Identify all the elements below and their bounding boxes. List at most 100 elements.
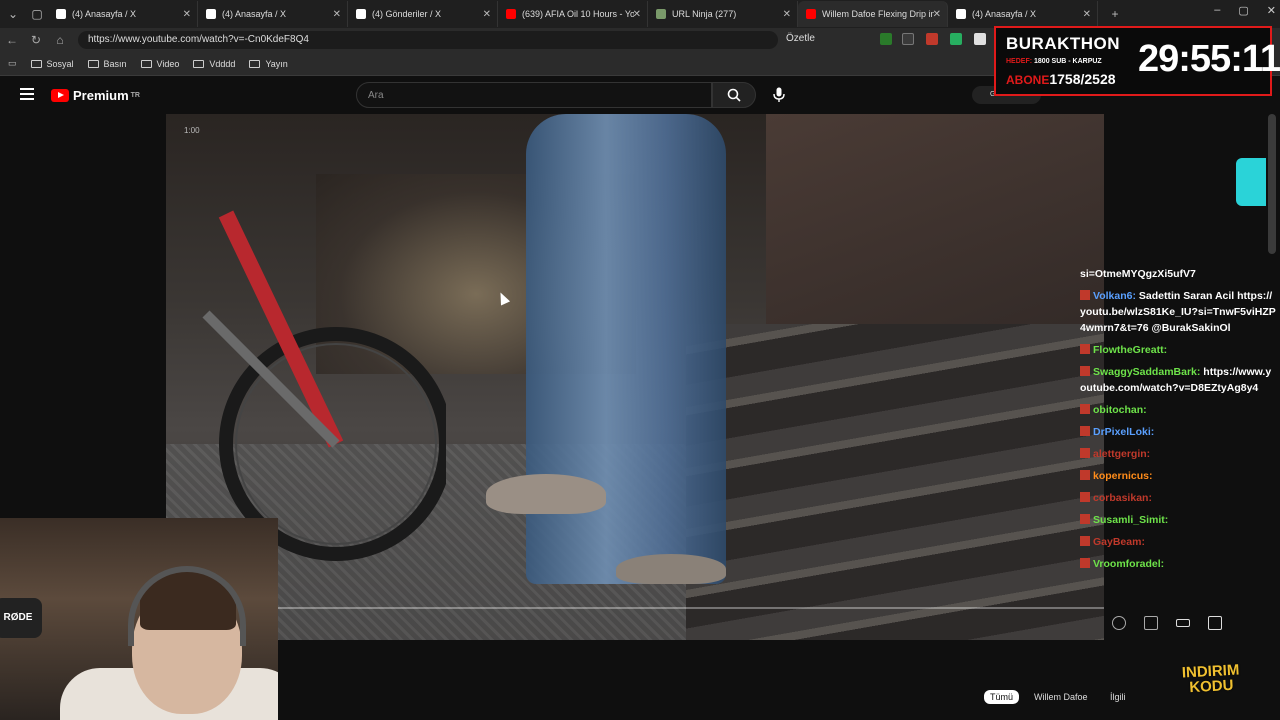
chat-text: si=OtmeMYQgzXi5ufV7: [1080, 268, 1196, 280]
page-scrollbar[interactable]: [1268, 114, 1276, 254]
maximize-icon[interactable]: ▢: [1238, 4, 1248, 17]
close-tab-icon[interactable]: ✕: [783, 9, 791, 20]
video-timecode: 1:00: [184, 126, 200, 135]
browser-tab[interactable]: (4) Gönderiler / X ✕: [348, 1, 498, 27]
fullscreen-icon[interactable]: [1208, 616, 1222, 630]
theater-icon[interactable]: [1176, 619, 1190, 627]
chat-message: kopernicus:: [1080, 468, 1276, 484]
tab-title: (4) Gönderiler / X: [372, 9, 442, 19]
chat-message: Susamli_Simit:: [1080, 512, 1276, 528]
badge-icon: [1080, 426, 1090, 436]
chat-username: kopernicus:: [1093, 470, 1153, 482]
badge-icon: [1080, 558, 1090, 568]
home-icon[interactable]: ⌂: [48, 33, 72, 47]
search-button[interactable]: [712, 82, 756, 108]
badge-icon: [1080, 514, 1090, 524]
video-scene-bicycle: [202, 210, 446, 561]
chip-all[interactable]: Tümü: [984, 690, 1020, 704]
youtube-premium-logo[interactable]: Premium TR: [51, 88, 140, 103]
minimize-icon[interactable]: –: [1214, 4, 1220, 17]
headset-icon: [128, 566, 246, 646]
summary-button[interactable]: Özetle: [786, 33, 815, 44]
bookmark-folder[interactable]: Sosyal: [30, 59, 74, 69]
extension-icon[interactable]: [880, 33, 892, 45]
miniplayer-icon[interactable]: [1144, 616, 1158, 630]
close-tab-icon[interactable]: ✕: [933, 9, 941, 20]
back-icon[interactable]: ←: [0, 33, 24, 47]
video-scene-stairs: [686, 324, 1104, 640]
search-input[interactable]: Ara: [356, 82, 712, 108]
extension-icon[interactable]: [950, 33, 962, 45]
folder-icon: [87, 59, 99, 68]
chat-message: FlowtheGreatt:: [1080, 342, 1276, 358]
reading-list-icon[interactable]: ▭: [8, 58, 17, 69]
badge-icon: [1080, 404, 1090, 414]
badge-icon: [1080, 492, 1090, 502]
search-icon: [727, 88, 741, 102]
bookmark-folder[interactable]: Yayın: [249, 58, 288, 69]
url-field[interactable]: https://www.youtube.com/watch?v=-Cn0KdeF…: [78, 31, 778, 49]
video-scene-shoe: [486, 474, 606, 514]
chat-username: GayBeam:: [1093, 536, 1145, 548]
extension-icon[interactable]: [974, 33, 986, 45]
region-code: TR: [130, 92, 140, 99]
close-tab-icon[interactable]: ✕: [333, 9, 341, 20]
stream-chat: si=OtmeMYQgzXi5ufV7 Volkan6: Sadettin Sar…: [1080, 266, 1276, 578]
overlay-subscriber-count: ABONE1758/2528: [1006, 71, 1116, 87]
close-tab-icon[interactable]: ✕: [483, 9, 491, 20]
chat-username: FlowtheGreatt:: [1093, 344, 1168, 356]
browser-tab[interactable]: (4) Anasayfa / X ✕: [948, 1, 1098, 27]
chat-message: si=OtmeMYQgzXi5ufV7: [1080, 266, 1276, 282]
chat-message: alettgergin:: [1080, 446, 1276, 462]
workspaces-icon[interactable]: ▢: [26, 3, 48, 25]
video-progress-bar[interactable]: [278, 607, 1104, 609]
chip-related[interactable]: İlgili: [1110, 692, 1126, 702]
chat-message: corbasikan:: [1080, 490, 1276, 506]
ninja-icon: [656, 9, 666, 19]
video-player[interactable]: [166, 114, 1104, 640]
close-tab-icon[interactable]: ✕: [183, 9, 191, 20]
extension-icon[interactable]: [926, 33, 938, 45]
folder-icon: [249, 59, 261, 68]
extension-icon[interactable]: [902, 33, 914, 45]
chat-message: SwaggySaddamBark: https://www.youtube.co…: [1080, 364, 1276, 396]
youtube-icon: [506, 9, 516, 19]
settings-gear-icon[interactable]: [1112, 616, 1126, 630]
browser-tab-bar: ⌄ ▢ (4) Anasayfa / X ✕ (4) Anasayfa / X ✕ (4…: [0, 0, 1280, 28]
browser-tab[interactable]: (639) AFIA Oil 10 Hours - YouTube✕: [498, 1, 648, 27]
tab-title: URL Ninja (277): [672, 9, 737, 19]
badge-icon: [1080, 536, 1090, 546]
browser-tab[interactable]: Willem Dafoe Flexing Drip in ✕: [798, 1, 948, 27]
browser-tab[interactable]: (4) Anasayfa / X ✕: [48, 1, 198, 27]
reload-icon[interactable]: ↻: [24, 33, 48, 47]
chip-willem-dafoe[interactable]: Willem Dafoe: [1034, 692, 1088, 702]
voice-search-button[interactable]: [771, 87, 787, 103]
chat-username: corbasikan:: [1093, 492, 1152, 504]
browser-tab[interactable]: URL Ninja (277) ✕: [648, 1, 798, 27]
youtube-icon: [51, 89, 69, 102]
close-tab-icon[interactable]: ✕: [633, 9, 641, 20]
browser-tab[interactable]: (4) Anasayfa / X ✕: [198, 1, 348, 27]
stream-goal-overlay: BURAKTHON HEDEF: 1800 SUB - KARPUZ ABONE…: [994, 26, 1280, 96]
close-window-icon[interactable]: ✕: [1267, 4, 1276, 17]
close-tab-icon[interactable]: ✕: [1083, 9, 1091, 20]
menu-icon[interactable]: [20, 88, 34, 100]
folder-icon: [30, 59, 42, 68]
video-scene-shoe: [616, 554, 726, 584]
x-icon: [956, 9, 966, 19]
window-controls: – ▢ ✕: [1214, 4, 1276, 17]
x-icon: [356, 9, 366, 19]
below-video-area: [278, 640, 1280, 720]
chat-username: Susamli_Simit:: [1093, 514, 1169, 526]
bookmark-folder[interactable]: Basın: [87, 59, 127, 69]
bookmark-label: Vdddd: [209, 58, 236, 69]
bookmark-label: Yayın: [265, 58, 288, 69]
tab-menu-icon[interactable]: ⌄: [2, 3, 24, 25]
bookmark-folder[interactable]: Vdddd: [193, 59, 235, 69]
badge-icon: [1080, 366, 1090, 376]
new-tab-button[interactable]: +: [1104, 3, 1126, 25]
bookmark-folder[interactable]: Video: [140, 59, 179, 69]
streamer-webcam: RØDE: [0, 518, 278, 720]
side-panel-toggle[interactable]: [1236, 158, 1266, 206]
badge-icon: [1080, 470, 1090, 480]
